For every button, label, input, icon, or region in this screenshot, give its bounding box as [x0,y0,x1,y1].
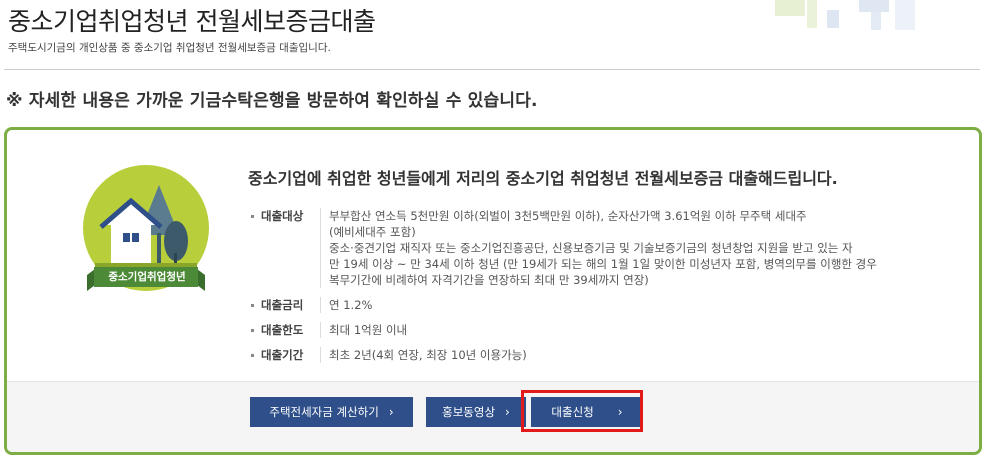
product-badge-label: 중소기업취업청년 [108,271,186,283]
detail-row-period: 대출기간 최초 2년(4회 연장, 최장 10년 이용가능) [251,347,941,363]
product-logo: 중소기업취업청년 [81,163,211,313]
detail-line: (예비세대주 포함) [329,225,416,239]
chevron-right-icon: › [505,405,510,419]
detail-line: 중소·중견기업 재직자 또는 중소기업진흥공단, 신용보증기금 및 기술보증기금… [329,241,853,255]
detail-line: 만 19세 이상 ~ 만 34세 이하 청년 (만 19세가 되는 해의 1월 … [329,257,877,271]
detail-label: 대출금리 [251,297,321,313]
detail-row-target: 대출대상 부부합산 연소득 5천만원 이하(외벌이 3천5백만원 이하), 순자… [251,208,941,288]
promo-video-button[interactable]: 홍보동영상 › [426,397,526,427]
notice-text: ※ 자세한 내용은 가까운 기금수탁은행을 방문하여 확인하실 수 있습니다. [6,91,538,111]
page-subtitle: 주택도시기금의 개인상품 중 중소기업 취업청년 전월세보증금 대출입니다. [8,42,331,54]
chevron-right-icon: › [388,405,394,419]
detail-value: 부부합산 연소득 5천만원 이하(외벌이 3천5백만원 이하), 순자산가액 3… [329,208,877,288]
divider [4,69,980,70]
apply-button-highlight [521,390,643,432]
detail-line: 연 1.2% [329,298,373,312]
detail-row-limit: 대출한도 최대 1억원 이내 [251,322,941,338]
detail-value: 최초 2년(4회 연장, 최장 10년 이용가능) [329,347,527,363]
product-details: 대출대상 부부합산 연소득 5천만원 이하(외벌이 3천5백만원 이하), 순자… [251,208,941,372]
calculator-button-label: 주택전세자금 계산하기 [269,405,379,419]
house-tree-logo-icon [83,165,209,291]
page-title: 중소기업취업청년 전월세보증금대출 [8,7,376,36]
detail-line: 복무기간에 비례하여 자격기간을 연장하되 최대 만 39세까지 연장) [329,273,649,287]
detail-line: 부부합산 연소득 5천만원 이하(외벌이 3천5백만원 이하), 순자산가액 3… [329,209,807,223]
detail-label: 대출기간 [251,347,321,363]
product-card: 중소기업취업청년 중소기업에 취업한 청년들에게 저리의 중소기업 취업청년 전… [4,127,982,455]
detail-row-rate: 대출금리 연 1.2% [251,297,941,313]
detail-value: 최대 1억원 이내 [329,322,407,338]
header-decoration [775,0,925,30]
detail-label: 대출한도 [251,322,321,338]
promo-video-button-label: 홍보동영상 [442,405,496,419]
calculator-button[interactable]: 주택전세자금 계산하기 › [250,397,413,427]
product-headline: 중소기업에 취업한 청년들에게 저리의 중소기업 취업청년 전월세보증금 대출해… [248,169,838,188]
detail-line: 최대 1억원 이내 [329,323,408,337]
detail-line: 최초 2년(4회 연장, 최장 10년 이용가능) [329,348,527,362]
detail-label: 대출대상 [251,208,321,288]
detail-value: 연 1.2% [329,297,372,313]
